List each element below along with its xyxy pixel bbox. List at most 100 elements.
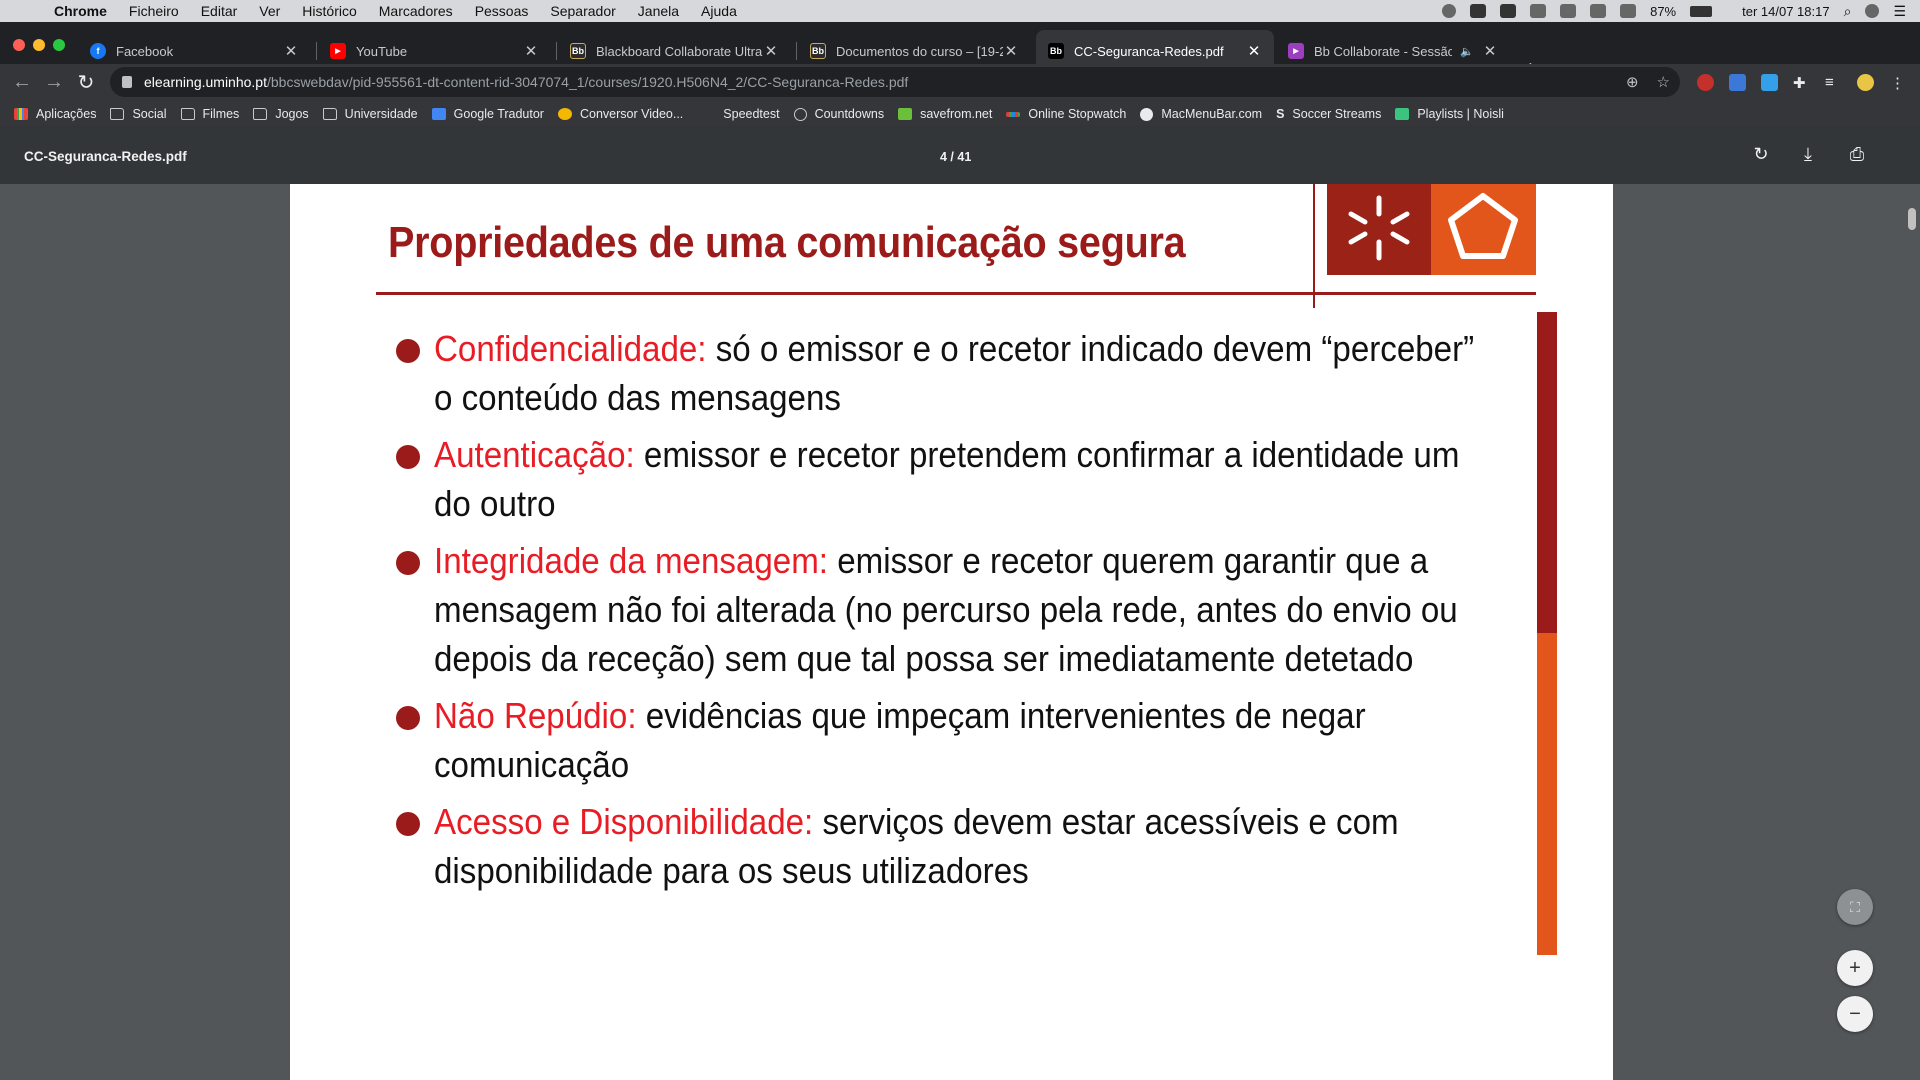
noisli-icon xyxy=(1395,108,1410,120)
clock[interactable]: ter 14/07 18:17 xyxy=(1742,4,1829,19)
print-icon[interactable]: ⎙ xyxy=(1845,144,1869,168)
folder-icon xyxy=(110,108,125,120)
siri-icon[interactable] xyxy=(1865,4,1880,18)
folder-icon xyxy=(180,108,195,120)
status-dot-icon[interactable] xyxy=(1442,4,1457,18)
bookmark-label: Online Stopwatch xyxy=(1028,107,1127,121)
menu-editar[interactable]: Editar xyxy=(201,3,238,19)
bookmark-label: Countdowns xyxy=(814,107,885,121)
url-path: /bbcswebdav/pid-955561-dt-content-rid-30… xyxy=(266,74,909,90)
bookmark-countdowns[interactable]: Countdowns xyxy=(793,107,885,121)
bookmark-macmenubar[interactable]: MacMenuBar.com xyxy=(1140,107,1262,121)
menu-marcadores[interactable]: Marcadores xyxy=(379,3,453,19)
pdf-page-indicator[interactable]: 4 / 41 xyxy=(940,150,971,164)
tab-title: Bb Collaborate - Sessão T xyxy=(1314,43,1453,59)
profile-avatar-icon[interactable] xyxy=(1857,74,1874,91)
close-tab-icon[interactable]: ✕ xyxy=(283,42,299,60)
pentagon-logo-icon xyxy=(1431,184,1536,275)
menu-pessoas[interactable]: Pessoas xyxy=(475,3,529,19)
folder-icon xyxy=(322,108,337,120)
bookmark-jogos[interactable]: Jogos xyxy=(253,107,309,121)
volume-icon[interactable] xyxy=(1620,4,1637,18)
bookmark-label: MacMenuBar.com xyxy=(1161,107,1263,121)
zoom-icon[interactable]: ⊕ xyxy=(1626,73,1639,91)
malwarebytes-icon[interactable] xyxy=(1470,4,1487,18)
google-translate-icon xyxy=(431,108,446,120)
wifi-icon[interactable] xyxy=(1590,4,1607,18)
stopwatch-icon xyxy=(1006,111,1021,117)
bookmark-social[interactable]: Social xyxy=(110,107,167,121)
battery-icon[interactable] xyxy=(1690,5,1713,17)
bookmark-label: Social xyxy=(132,107,167,121)
forward-arrow-icon[interactable]: → xyxy=(40,68,68,96)
bookmark-universidade[interactable]: Universidade xyxy=(322,107,418,121)
menu-app-name[interactable]: Chrome xyxy=(54,3,107,19)
bookmark-conversor-video[interactable]: Conversor Video... xyxy=(557,107,683,121)
bookmark-google-tradutor[interactable]: Google Tradutor xyxy=(431,107,544,121)
battery-percent: 87% xyxy=(1650,3,1677,19)
control-center-icon[interactable]: ☰ xyxy=(1893,3,1906,20)
bookmark-label: Filmes xyxy=(202,107,240,121)
zoom-window-icon[interactable] xyxy=(53,39,65,51)
blackboard-icon: Bb xyxy=(1048,43,1064,59)
vertical-scrollbar[interactable] xyxy=(1904,184,1920,1080)
clock-icon xyxy=(793,107,807,121)
address-bar[interactable]: elearning.uminho.pt /bbcswebdav/pid-9555… xyxy=(110,67,1680,97)
bookmark-noisli[interactable]: Playlists | Noisli xyxy=(1395,107,1504,121)
chrome-menu-icon[interactable]: ⋮ xyxy=(1890,74,1907,92)
close-window-icon[interactable] xyxy=(13,39,25,51)
extensions-puzzle-icon[interactable]: ✚ xyxy=(1793,74,1810,92)
bookmark-aplicacoes[interactable]: Aplicações xyxy=(14,107,96,121)
back-arrow-icon[interactable]: ← xyxy=(8,68,36,96)
close-tab-icon[interactable]: ✕ xyxy=(1482,42,1498,60)
menu-historico[interactable]: Histórico xyxy=(302,3,356,19)
ublock-icon[interactable] xyxy=(1697,74,1714,91)
window-layout-icon[interactable] xyxy=(1500,4,1517,18)
menu-janela[interactable]: Janela xyxy=(638,3,679,19)
fit-page-icon[interactable]: ⛶ xyxy=(1837,889,1873,925)
download-extension-icon[interactable] xyxy=(1729,74,1746,91)
bluetooth-icon[interactable] xyxy=(1560,4,1577,18)
audio-playing-icon[interactable]: 🔈 xyxy=(1460,45,1474,58)
pdf-viewer-toolbar: CC-Seguranca-Redes.pdf 4 / 41 ↻ ⤓ ⎙ xyxy=(0,128,1920,184)
bookmark-online-stopwatch[interactable]: Online Stopwatch xyxy=(1006,107,1126,121)
close-tab-icon[interactable]: ✕ xyxy=(523,42,539,60)
menu-ajuda[interactable]: Ajuda xyxy=(701,3,737,19)
spotlight-search-icon[interactable]: ⌕ xyxy=(1844,3,1852,20)
bullet-term: Integridade da mensagem: xyxy=(434,540,829,581)
bookmark-soccer-streams[interactable]: S Soccer Streams xyxy=(1276,107,1381,121)
minimize-window-icon[interactable] xyxy=(33,39,45,51)
bullet-item: Não Repúdio: evidências que impeçam inte… xyxy=(396,691,1516,789)
menu-separador[interactable]: Separador xyxy=(550,3,615,19)
bookmark-filmes[interactable]: Filmes xyxy=(180,107,240,121)
bullet-dot-icon xyxy=(396,706,420,730)
rotate-icon[interactable]: ↻ xyxy=(1749,144,1773,168)
close-tab-icon[interactable]: ✕ xyxy=(1003,42,1019,60)
bullet-item: Confidencialidade: só o emissor e o rece… xyxy=(396,324,1516,422)
lock-icon[interactable] xyxy=(122,76,132,88)
zoom-in-button[interactable]: + xyxy=(1837,950,1873,986)
airplay-icon[interactable] xyxy=(1530,4,1547,18)
bookmark-speedtest[interactable]: Speedtest xyxy=(723,107,779,121)
pdf-document-area[interactable]: Propriedades de uma comunicação segura C… xyxy=(0,184,1920,1080)
converter-icon xyxy=(557,108,572,120)
s-logo-icon: S xyxy=(1276,107,1285,121)
close-tab-icon[interactable]: ✕ xyxy=(1246,42,1262,60)
menu-ver[interactable]: Ver xyxy=(259,3,280,19)
picture-extension-icon[interactable] xyxy=(1761,74,1778,91)
bookmark-label: Speedtest xyxy=(723,107,780,121)
scrollbar-thumb[interactable] xyxy=(1908,208,1916,230)
zoom-out-button[interactable]: − xyxy=(1837,996,1873,1032)
bookmark-savefrom[interactable]: savefrom.net xyxy=(898,107,992,121)
download-icon[interactable]: ⤓ xyxy=(1796,144,1820,168)
reload-icon[interactable]: ↻ xyxy=(72,68,100,96)
bullet-item: Autenticação: emissor e recetor pretende… xyxy=(396,430,1516,528)
blackboard-icon: Bb xyxy=(810,43,826,59)
bookmark-star-icon[interactable]: ☆ xyxy=(1657,73,1670,91)
facebook-icon: f xyxy=(90,43,106,59)
browser-toolbar: ← → ↻ elearning.uminho.pt /bbcswebdav/pi… xyxy=(0,64,1920,100)
close-tab-icon[interactable]: ✕ xyxy=(763,42,779,60)
menu-ficheiro[interactable]: Ficheiro xyxy=(129,3,179,19)
pdf-filename: CC-Seguranca-Redes.pdf xyxy=(24,149,187,164)
media-queue-icon[interactable]: ≡ xyxy=(1825,74,1842,91)
